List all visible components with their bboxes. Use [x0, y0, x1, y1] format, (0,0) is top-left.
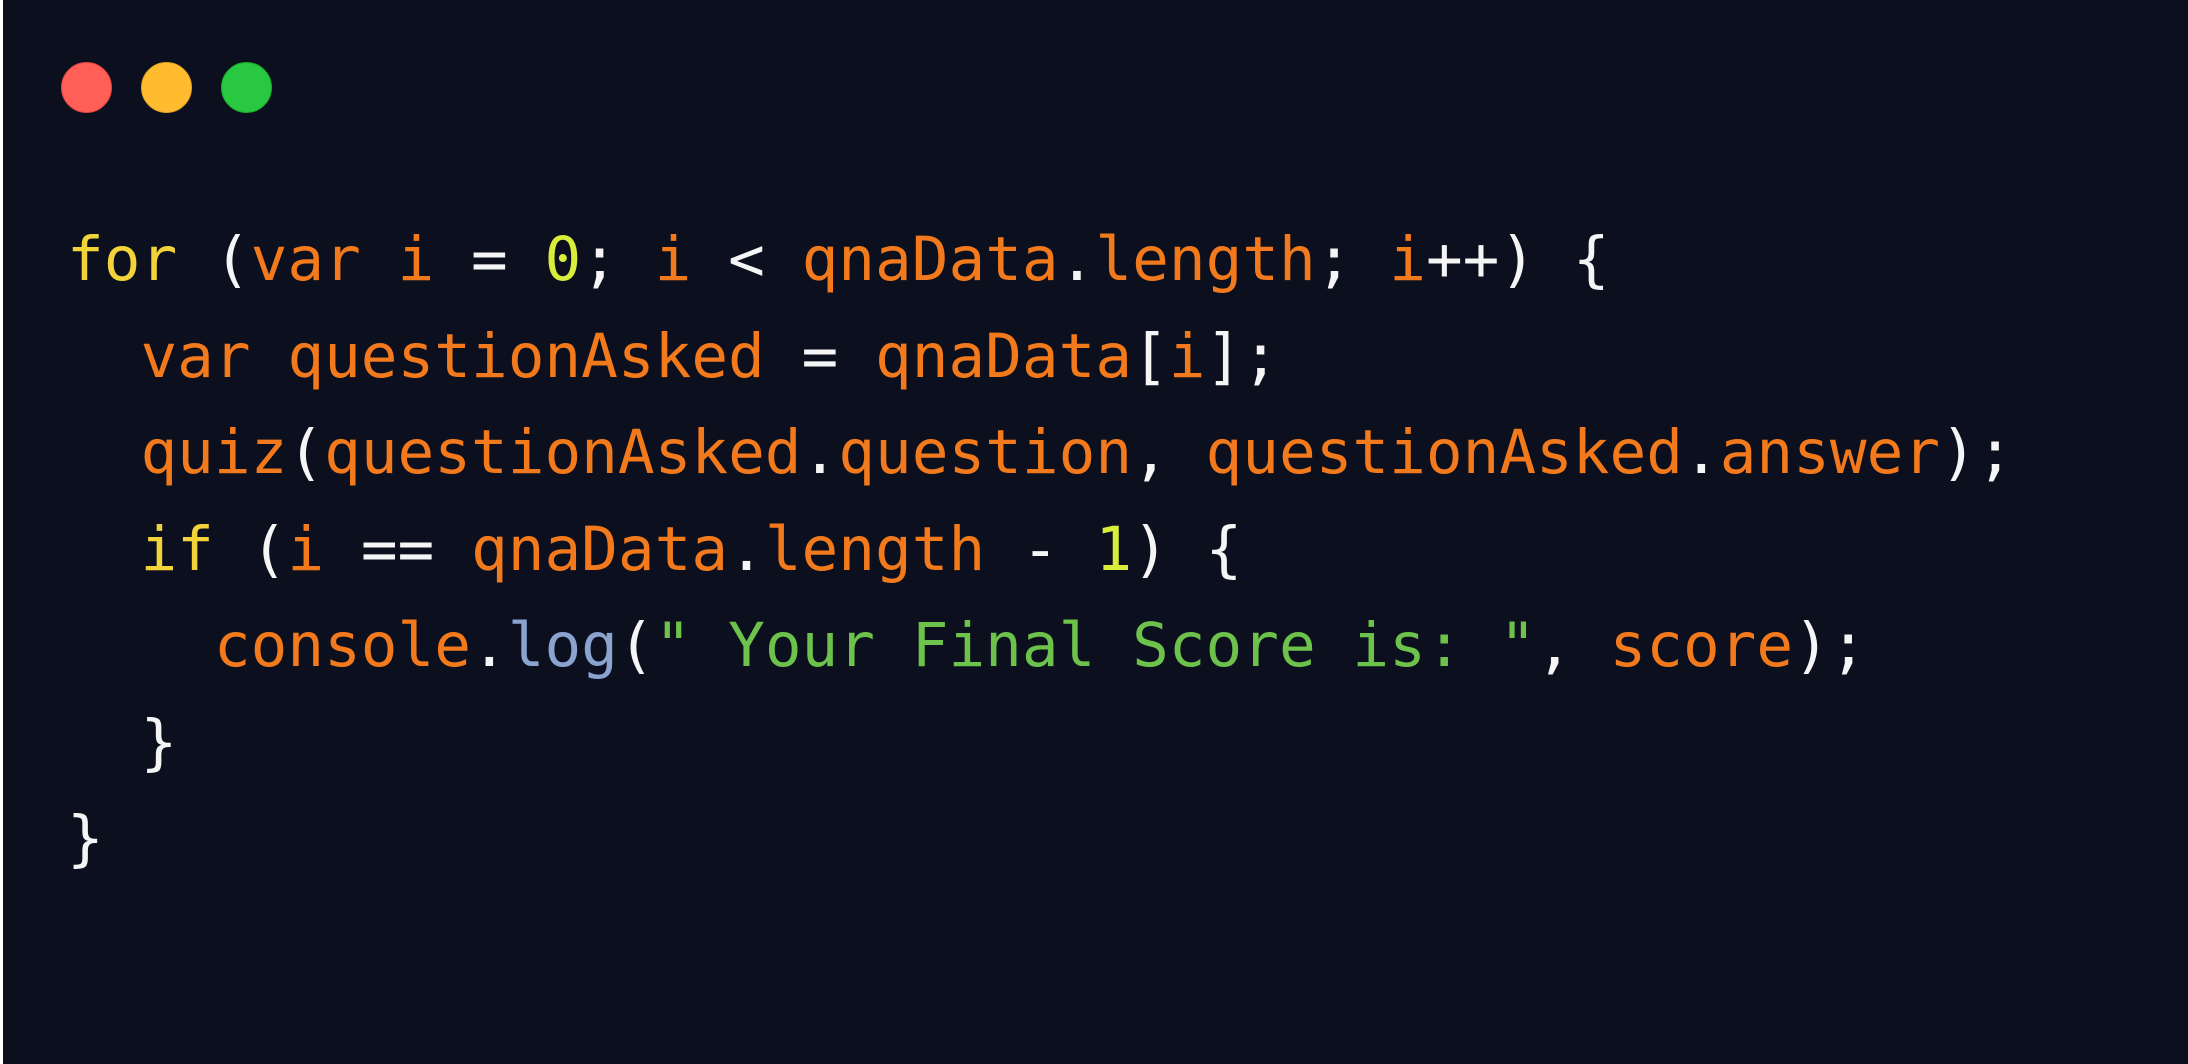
- code-token: ;: [1315, 224, 1390, 295]
- code-token: i: [1168, 320, 1206, 392]
- code-token: var questionAsked: [140, 320, 765, 392]
- code-token: .: [1058, 224, 1096, 295]
- code-token: ) {: [1132, 513, 1243, 585]
- code-line: if (i == qnaData.length - 1) {: [67, 502, 2014, 599]
- code-token: (: [177, 224, 251, 295]
- code-token: log: [507, 610, 618, 681]
- code-token: length: [764, 513, 986, 585]
- code-window: for (var i = 0; i < qnaData.length; i++)…: [3, 0, 2188, 1064]
- code-token: }: [67, 803, 104, 874]
- code-token: ==: [324, 513, 471, 585]
- code-line: }: [67, 791, 2014, 888]
- code-token: questionAsked: [1205, 417, 1683, 488]
- code-token: .: [470, 610, 508, 681]
- code-token: .: [728, 513, 765, 585]
- code-token: length: [1095, 224, 1316, 295]
- code-token: var i: [250, 224, 435, 295]
- code-line: for (var i = 0; i < qnaData.length; i++)…: [67, 212, 2014, 309]
- code-token: question: [838, 417, 1133, 488]
- window-controls: [61, 62, 272, 113]
- code-token: qnaData: [874, 320, 1133, 392]
- code-token: answer: [1719, 417, 1941, 488]
- code-token: i: [287, 513, 325, 585]
- code-token: .: [1682, 417, 1720, 488]
- code-token: console: [213, 610, 471, 681]
- code-token: -: [985, 513, 1096, 585]
- code-token: ];: [1205, 320, 1279, 392]
- code-token: questionAsked: [324, 417, 802, 488]
- code-token: );: [1793, 610, 1867, 681]
- code-token: (: [287, 417, 325, 488]
- minimize-button[interactable]: [141, 62, 192, 113]
- code-token: =: [434, 224, 545, 295]
- code-line: quiz(questionAsked.question, questionAsk…: [67, 405, 2014, 502]
- code-token: ,: [1536, 610, 1610, 681]
- code-line: console.log(" Your Final Score is: ", sc…: [67, 598, 2014, 695]
- code-token: (: [617, 610, 655, 681]
- code-token: score: [1609, 610, 1794, 681]
- code-token: i: [1389, 224, 1426, 295]
- code-token: if: [140, 513, 214, 585]
- code-token: }: [67, 706, 178, 778]
- code-token: <: [691, 224, 802, 295]
- code-token: );: [1940, 417, 2014, 488]
- code-token: for: [67, 224, 178, 295]
- code-token: [: [1132, 320, 1169, 392]
- code-token: qnaData: [801, 224, 1059, 295]
- code-token: quiz: [140, 417, 288, 488]
- code-line: var questionAsked = qnaData[i];: [67, 309, 2014, 406]
- maximize-button[interactable]: [221, 62, 272, 113]
- code-token: (: [213, 513, 288, 585]
- code-block: for (var i = 0; i < qnaData.length; i++)…: [67, 212, 2014, 888]
- code-token: " Your Final Score is: ": [654, 610, 1537, 681]
- code-token: ,: [1132, 417, 1206, 488]
- code-token: qnaData: [471, 513, 729, 585]
- code-token: ++) {: [1425, 224, 1610, 295]
- code-token: ;: [581, 224, 655, 295]
- code-token: i: [654, 224, 692, 295]
- close-button[interactable]: [61, 62, 112, 113]
- code-line: }: [67, 695, 2014, 792]
- code-token: =: [764, 320, 875, 392]
- code-token: 1: [1095, 513, 1133, 585]
- code-token: 0: [544, 224, 582, 295]
- code-token: .: [801, 417, 839, 488]
